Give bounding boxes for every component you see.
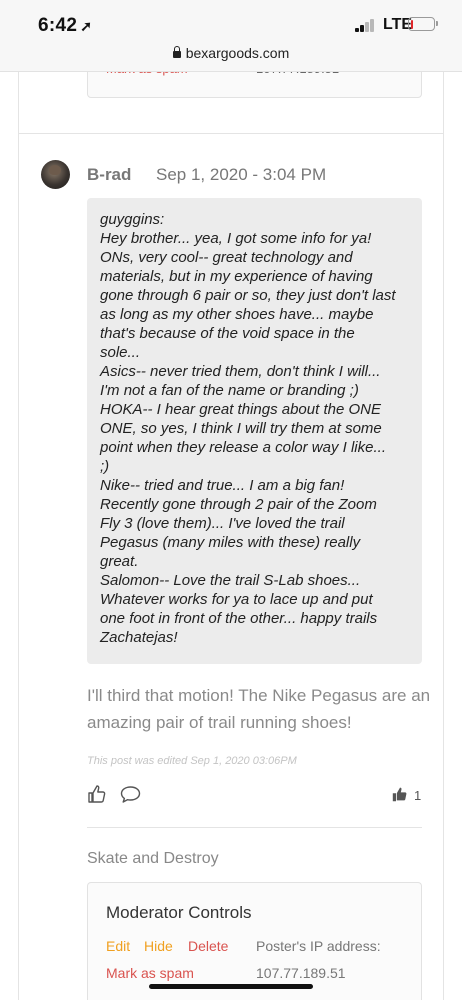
cellular-signal-icon — [355, 18, 379, 32]
quote-line: Pegasus (many miles with these) really — [100, 534, 361, 551]
comment-icon[interactable] — [120, 785, 141, 804]
quote-line: HOKA-- I hear great things about the ONE — [100, 401, 381, 418]
quote-line: that's because of the void space in the — [100, 325, 355, 342]
quote-line: Salomon-- Love the trail S-Lab shoes... — [100, 572, 361, 589]
delete-link[interactable]: Delete — [188, 938, 228, 954]
hide-link[interactable]: Hide — [144, 938, 173, 954]
signature-divider — [87, 827, 422, 828]
thumbs-up-filled-icon — [392, 787, 407, 802]
post-body: I'll third that motion! The Nike Pegasus… — [87, 686, 431, 732]
post-divider — [19, 133, 443, 134]
user-signature: Skate and Destroy — [87, 850, 219, 867]
moderator-controls-title: Moderator Controls — [106, 903, 252, 922]
quote-line: ;) — [100, 458, 110, 475]
quote-line: Hey brother... yea, I got some info for … — [100, 230, 372, 247]
quote-line: guyggins: — [100, 211, 165, 228]
quoted-post: guyggins: Hey brother... yea, I got some … — [87, 198, 422, 664]
clock: 6:42 ➚ — [38, 15, 92, 37]
forum-thread: Mark as spam 107.77.189.51 B-rad Sep 1, … — [18, 0, 444, 1000]
home-indicator[interactable] — [149, 984, 313, 989]
quote-line: materials, but in my experience of havin… — [100, 268, 373, 285]
quote-line: point when they release a color way I li… — [100, 439, 386, 456]
quote-line: sole... — [100, 344, 141, 361]
address-bar[interactable]: bexargoods.com — [0, 45, 462, 61]
battery-icon — [408, 17, 438, 31]
status-bar: 6:42 ➚ LTE bexargoods.com — [0, 0, 462, 72]
location-arrow-icon: ➚ — [80, 18, 93, 34]
mark-spam-link[interactable]: Mark as spam — [106, 965, 194, 981]
quote-line: ONs, very cool-- great technology and — [100, 249, 353, 266]
moderator-controls: Moderator Controls Edit Hide Delete Post… — [87, 882, 422, 1000]
ip-address-label: Poster's IP address: — [256, 938, 381, 954]
quote-line: Zachatejas! — [100, 629, 178, 646]
quote-line: Nike-- tried and true... I am a big fan! — [100, 477, 345, 494]
edit-link[interactable]: Edit — [106, 938, 130, 954]
post-author[interactable]: B-rad — [87, 165, 131, 185]
edited-note: This post was edited Sep 1, 2020 03:06PM — [87, 755, 297, 767]
lock-icon — [172, 46, 181, 58]
quote-line: Fly 3 (love them)... I've loved the trai… — [100, 515, 345, 532]
quote-line: I'm not a fan of the name or branding ;) — [100, 382, 359, 399]
quote-line: Recently gone through 2 pair of the Zoom — [100, 496, 377, 513]
quote-line: great. — [100, 553, 139, 570]
quote-line: Whatever works for ya to lace up and put — [100, 591, 373, 608]
url-text[interactable]: bexargoods.com — [186, 45, 290, 61]
like-count: 1 — [414, 788, 422, 803]
ip-address: 107.77.189.51 — [256, 965, 346, 981]
quote-line: ONE, so yes, I think I will try them at … — [100, 420, 382, 437]
quote-line: gone through 6 pair or so, they just don… — [100, 287, 396, 304]
clock-time: 6:42 — [38, 15, 78, 36]
quote-line: Asics-- never tried them, don't think I … — [100, 363, 381, 380]
battery-level — [410, 19, 413, 29]
avatar[interactable] — [41, 160, 70, 189]
post-date: Sep 1, 2020 - 3:04 PM — [156, 165, 327, 184]
thumbs-up-icon[interactable] — [87, 784, 107, 804]
quote-line: as long as my other shoes have... maybe — [100, 306, 374, 323]
quote-line: one foot in front of the other... happy … — [100, 610, 378, 627]
